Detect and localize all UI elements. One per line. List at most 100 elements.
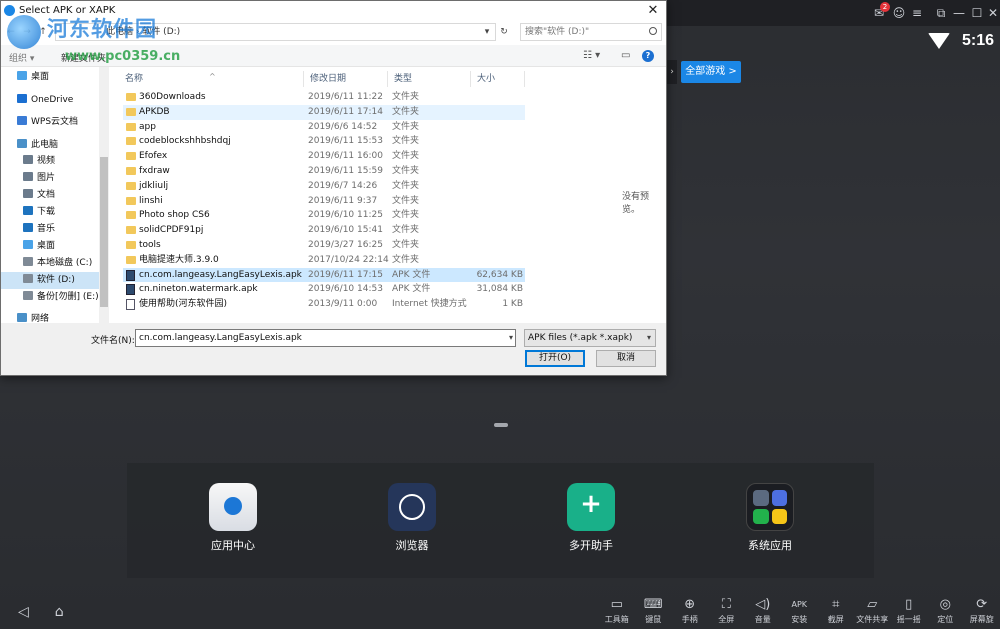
file-row[interactable]: codeblockshhbshdqj 2019/6/11 15:53 文件夹 [123,134,525,149]
filename-dropdown-icon[interactable]: ▾ [509,330,513,346]
nav-scrollbar[interactable] [99,67,109,323]
sidebar-item[interactable]: WPS云文档 [1,114,99,131]
dock-system-apps[interactable]: 系统应用 [725,483,815,553]
sidebar-item-label: 桌面 [37,241,56,251]
sidebar-item[interactable]: 软件 (D:) [1,272,99,289]
dialog-title: Select APK or XAPK [19,5,116,16]
cancel-button[interactable]: 取消 [596,350,656,367]
file-size: 31,084 KB [476,284,523,295]
tool-install[interactable]: APK 安装 [781,596,818,629]
file-row[interactable]: Efofex 2019/6/11 16:00 文件夹 [123,149,525,164]
file-type-select[interactable]: APK files (*.apk *.xapk) ▾ [524,329,656,347]
search-input[interactable]: 搜索"软件 (D:)" [520,23,662,41]
tool-volume[interactable]: ◁) 音量 [745,596,782,629]
app-logo-icon [4,5,15,16]
restore-icon[interactable]: ⧉ [932,4,950,22]
dialog-close-button[interactable]: ✕ [642,2,664,20]
drawer-handle[interactable] [494,423,508,427]
tool-gamepad[interactable]: ⊕ 手柄 [672,596,709,629]
file-row[interactable]: jdkliulj 2019/6/7 14:26 文件夹 [123,179,525,194]
column-header-date[interactable]: 修改日期 [304,71,388,87]
file-name: cn.nineton.watermark.apk [139,284,258,295]
sidebar-item[interactable]: 下载 [1,204,99,221]
file-date: 2019/6/11 16:00 [308,151,383,162]
file-row[interactable]: cn.com.langeasy.LangEasyLexis.apk 2019/6/… [123,267,525,283]
dialog-title-bar[interactable]: Select APK or XAPK ✕ [1,1,666,21]
nav-item-icon [17,71,27,80]
up-arrow-icon[interactable]: ↑ [35,23,51,41]
tool-shake[interactable]: ▯ 摇一摇 [891,596,928,629]
file-date: 2019/6/11 17:14 [308,106,383,117]
sidebar-item[interactable]: 音乐 [1,221,99,238]
open-button[interactable]: 打开(O) [525,350,585,367]
file-row[interactable]: APKDB 2019/6/11 17:14 文件夹 [123,104,525,120]
new-folder-button[interactable]: 新建文件夹 [61,51,106,64]
tool-toolbox[interactable]: ▭ 工具箱 [599,596,636,629]
file-row[interactable]: solidCPDF91pj 2019/6/10 15:41 文件夹 [123,223,525,238]
sidebar-item[interactable]: 网络 [1,311,99,323]
dock-browser[interactable]: 浏览器 [367,483,457,553]
preview-pane-icon[interactable]: ▭ [621,50,630,61]
refresh-icon[interactable]: ↻ [496,23,512,41]
minimize-icon[interactable]: — [950,4,968,22]
file-name: 360Downloads [139,92,206,102]
tool-fullscreen[interactable]: ⛶ 全屏 [708,596,745,629]
all-games-button[interactable]: 全部游戏 > [681,61,741,83]
sidebar-item[interactable]: 桌面 [1,238,99,255]
sidebar-item[interactable]: 备份[勿删] (E:) [1,289,99,306]
file-row[interactable]: cn.nineton.watermark.apk 2019/6/10 14:53 A… [123,282,525,297]
file-row[interactable]: linshi 2019/6/11 9:37 文件夹 [123,194,525,209]
nav-item-icon [17,313,27,322]
back-icon[interactable]: ◁ [18,604,29,620]
column-header-type[interactable]: 类型 [388,71,471,87]
sidebar-item[interactable]: 桌面 [1,69,99,86]
file-row[interactable]: 360Downloads 2019/6/11 11:22 文件夹 [123,90,525,105]
file-date: 2019/6/11 9:37 [308,195,378,206]
tool-rotate[interactable]: ⟳ 屏幕旋 [964,596,1000,629]
mail-icon[interactable]: ✉ 2 [870,2,890,22]
tool-screenshot[interactable]: ⌗ 截屏 [818,596,855,629]
address-dropdown-icon[interactable]: ▾ [479,23,495,41]
home-icon[interactable]: ⌂ [55,604,64,620]
sidebar-item[interactable]: 此电脑 [1,137,99,154]
column-header-size[interactable]: 大小 [471,71,525,87]
sidebar-item[interactable]: 图片 [1,170,99,187]
file-row[interactable]: Photo shop CS6 2019/6/10 11:25 文件夹 [123,208,525,223]
menu-icon[interactable]: ≡ [908,4,926,22]
address-bar[interactable]: 此电脑 › 软件 (D:) [55,23,496,41]
file-type: 文件夹 [392,225,420,236]
hidden-panel-edge[interactable]: › [667,60,677,84]
file-row[interactable]: tools 2019/3/27 16:25 文件夹 [123,238,525,253]
nav-scroll-thumb[interactable] [100,157,108,307]
help-icon[interactable]: ? [642,50,654,62]
dock-label: 应用中心 [211,539,255,552]
sidebar-item-label: 桌面 [31,72,50,82]
dock-app-center[interactable]: 应用中心 [188,483,278,553]
nav-item-icon [23,206,33,215]
dock-multi-assistant[interactable]: 多开助手 [546,483,636,553]
filename-input[interactable]: cn.com.langeasy.LangEasyLexis.apk ▾ [135,329,516,347]
organize-button[interactable]: 组织 ▾ [9,51,34,64]
file-name: app [139,121,156,132]
sidebar-item[interactable]: 本地磁盘 (C:) [1,255,99,272]
forward-arrow-icon[interactable]: → [19,23,35,41]
user-icon[interactable]: ☺ [890,4,908,22]
dock-label: 系统应用 [748,539,792,552]
filename-label: 文件名(N): [91,336,135,346]
close-emulator-icon[interactable]: ✕ [984,4,1000,22]
sidebar-item[interactable]: 文档 [1,187,99,204]
view-options-icon[interactable]: ☷ ▾ [583,50,600,61]
file-row[interactable]: fxdraw 2019/6/11 15:59 文件夹 [123,164,525,179]
sidebar-item[interactable]: 视频 [1,153,99,170]
back-arrow-icon[interactable]: ← [3,23,19,41]
file-name: fxdraw [139,166,170,176]
tool-file-share[interactable]: ▱ 文件共享 [854,596,891,629]
file-row[interactable]: app 2019/6/6 14:52 文件夹 [123,120,525,135]
file-date: 2019/6/10 11:25 [308,210,383,221]
sidebar-item[interactable]: OneDrive [1,92,99,109]
file-row[interactable]: 使用帮助(河东软件园) 2013/9/11 0:00 Internet 快捷方式 1 … [123,297,525,312]
tool-location[interactable]: ◎ 定位 [927,596,964,629]
tool-keymouse[interactable]: ⌨ 键鼠 [635,596,672,629]
column-header-name[interactable]: 名称 ^ [119,71,304,87]
file-row[interactable]: 电脑提速大师.3.9.0 2017/10/24 22:14 文件夹 [123,253,525,268]
